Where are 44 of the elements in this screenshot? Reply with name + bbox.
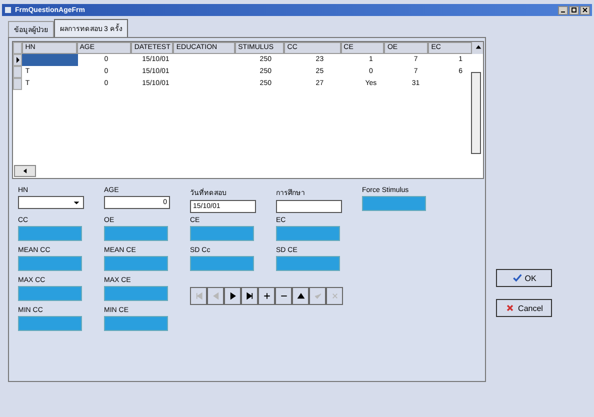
value-display <box>190 256 254 271</box>
close-icon <box>582 7 588 13</box>
insert-icon <box>262 291 272 301</box>
value-display <box>190 226 254 241</box>
value-display <box>276 256 340 271</box>
selected-cell <box>22 54 78 66</box>
check-icon <box>512 273 522 283</box>
minimize-button[interactable] <box>558 6 568 14</box>
vertical-scrollbar[interactable] <box>471 72 481 154</box>
post-icon <box>312 291 322 301</box>
pointer-icon <box>14 56 21 64</box>
close-button[interactable] <box>580 6 590 14</box>
value-display <box>18 226 82 241</box>
value-display <box>18 256 82 271</box>
value-display <box>362 196 426 211</box>
ok-button[interactable]: OK <box>496 269 552 287</box>
cross-icon <box>505 303 516 313</box>
input-field[interactable] <box>276 200 342 213</box>
edit-button[interactable] <box>292 287 309 305</box>
value-display <box>18 286 82 301</box>
value-display <box>276 226 340 241</box>
combo-box[interactable] <box>18 196 84 209</box>
edit-icon <box>296 291 306 301</box>
maximize-button[interactable] <box>569 6 579 14</box>
next-icon <box>228 291 238 301</box>
row-indicator[interactable] <box>13 54 22 66</box>
next-button[interactable] <box>224 287 241 305</box>
maximize-icon <box>571 7 577 13</box>
cancel-icon <box>330 291 340 301</box>
value-display <box>104 226 168 241</box>
left-arrow-icon <box>21 167 29 175</box>
last-icon <box>244 291 254 301</box>
value-display <box>104 256 168 271</box>
value-display <box>104 316 168 331</box>
app-icon <box>4 6 12 14</box>
insert-button[interactable] <box>258 287 275 305</box>
value-display <box>18 316 82 331</box>
cancel-button[interactable]: Cancel <box>496 299 552 317</box>
prior-icon <box>210 291 220 301</box>
first-icon <box>194 291 204 301</box>
horizontal-scrollbar[interactable] <box>14 165 36 177</box>
last-button[interactable] <box>241 287 258 305</box>
delete-button[interactable] <box>275 287 292 305</box>
value-display <box>104 286 168 301</box>
